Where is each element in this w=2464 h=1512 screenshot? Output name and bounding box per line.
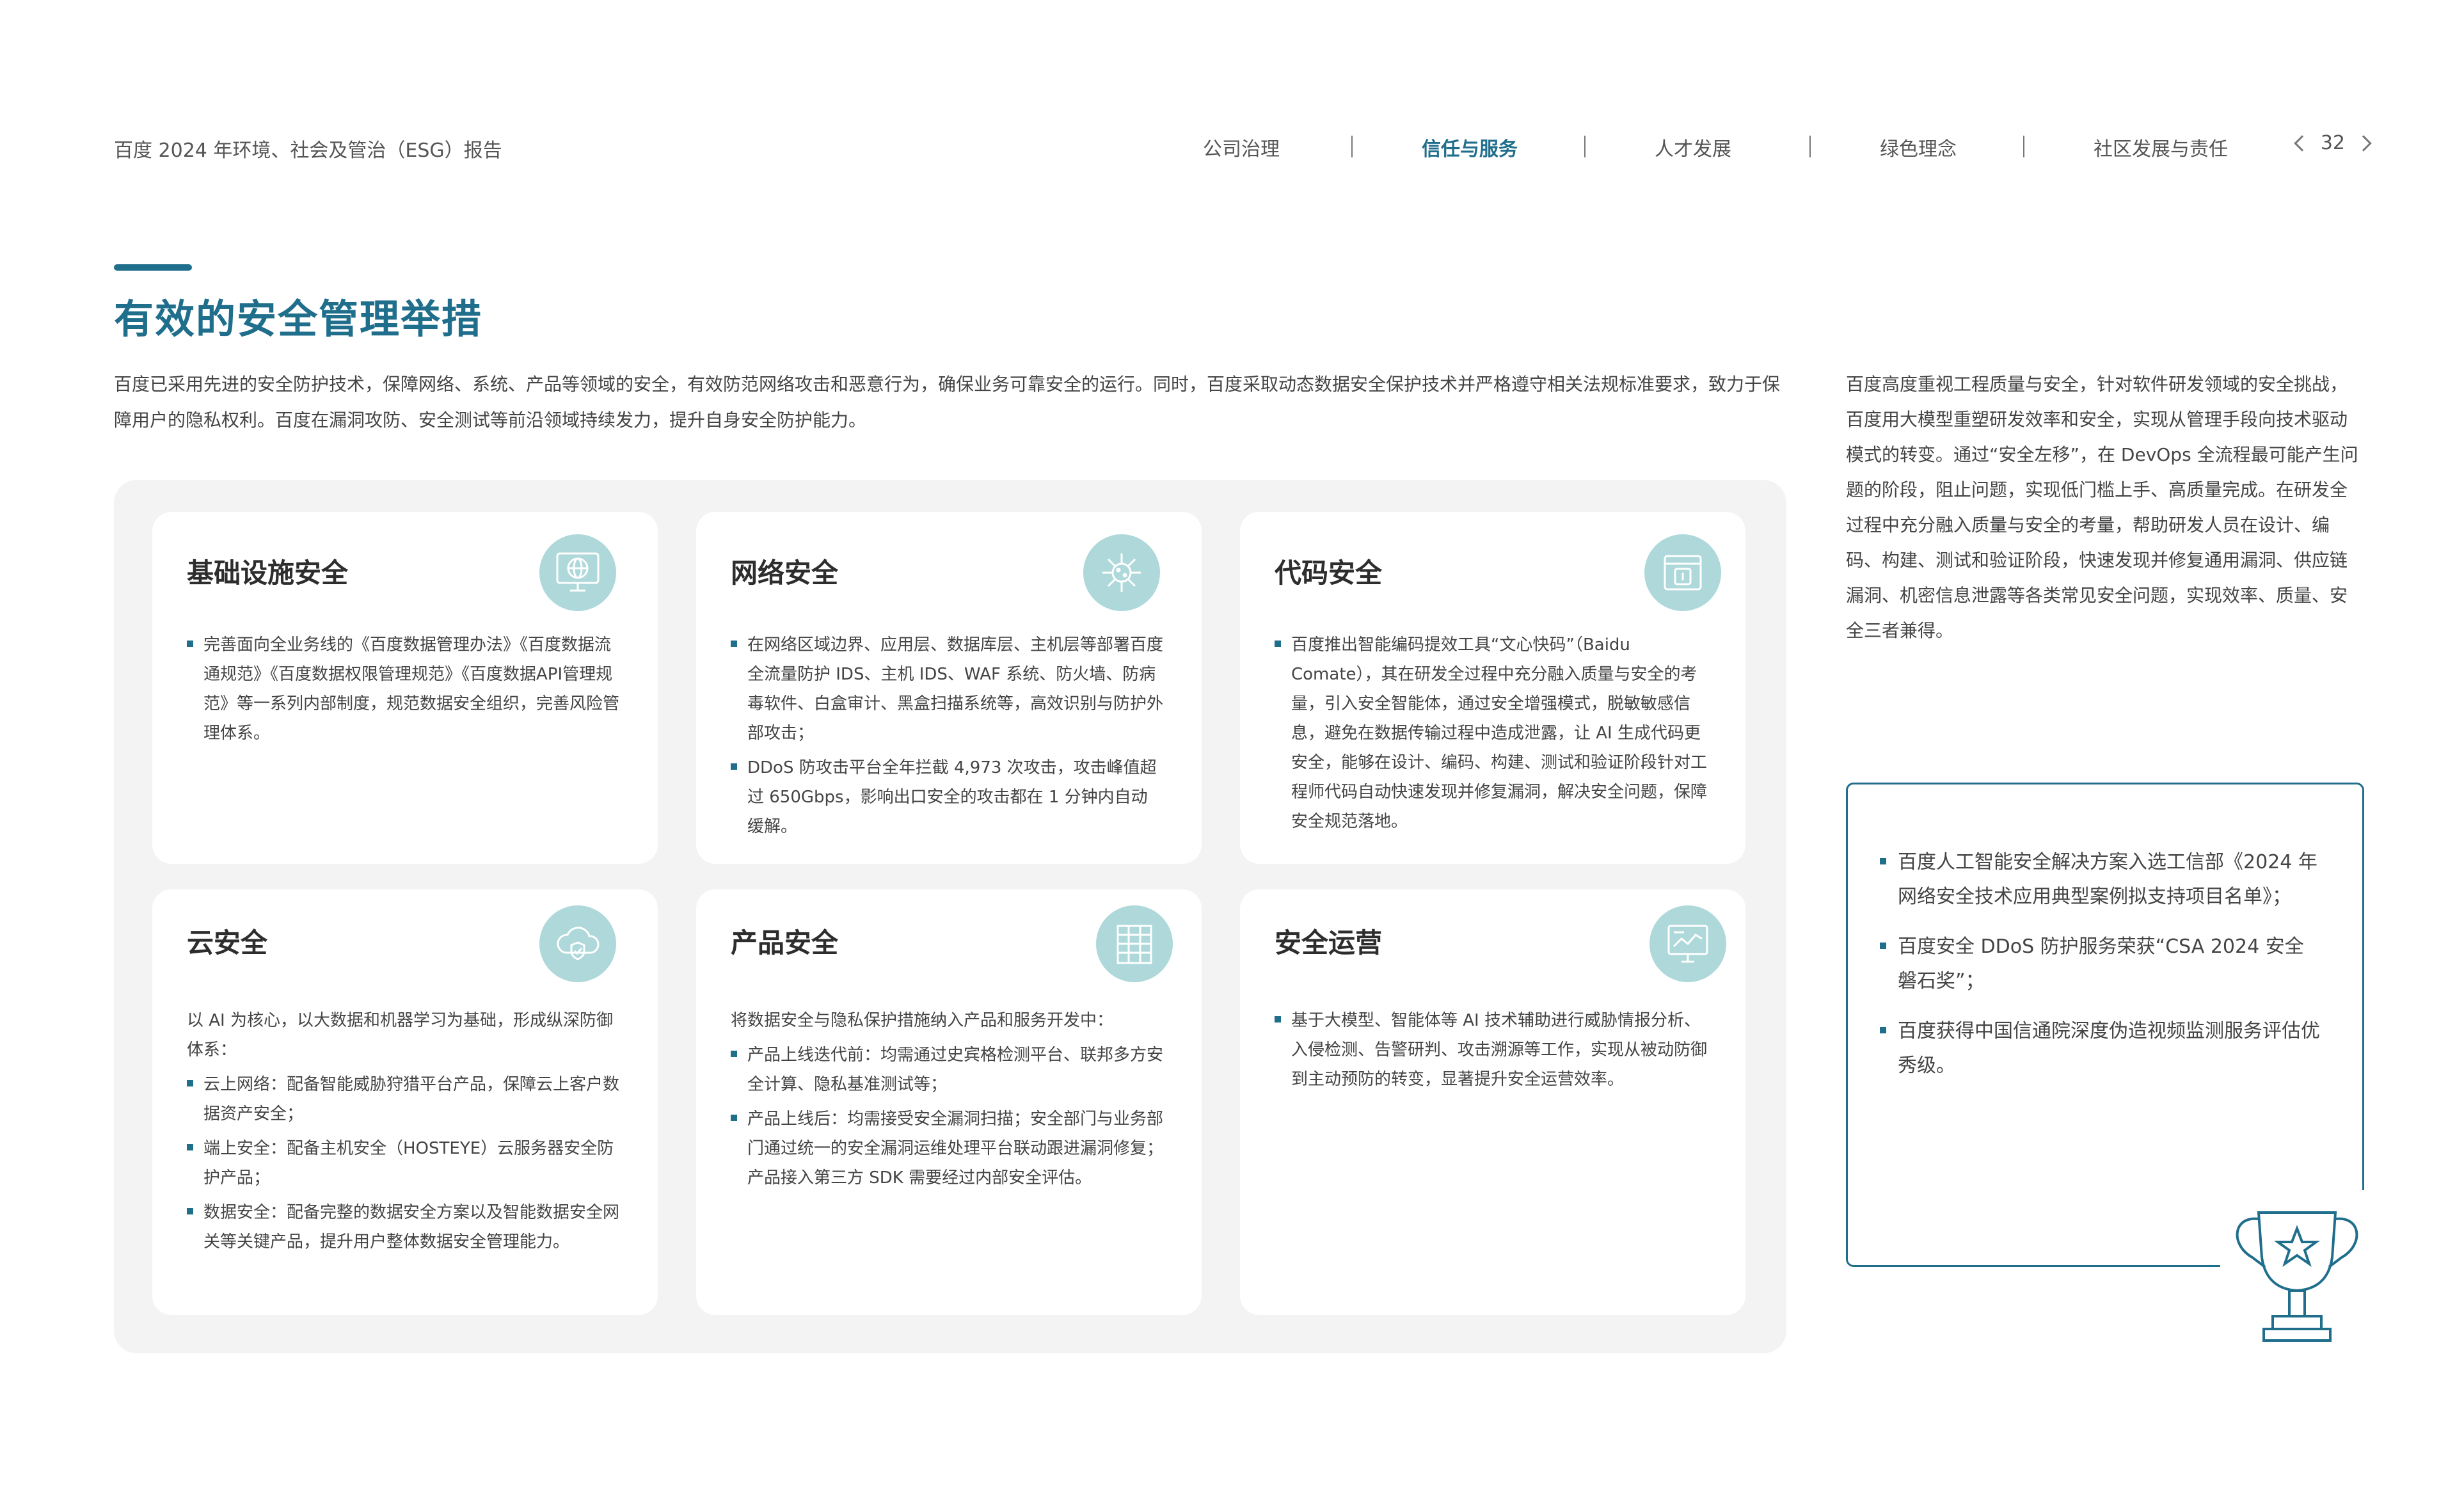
nav-item-community[interactable]: 社区发展与责任 <box>2094 133 2228 161</box>
pager: 32 <box>2294 132 2372 154</box>
nav-divider <box>1584 136 1586 157</box>
report-title: 百度 2024 年环境、社会及管治（ESG）报告 <box>114 139 502 162</box>
card-body: 基于大模型、智能体等 AI 技术辅助进行威胁情报分析、入侵检测、告警研判、攻击溯… <box>1275 1006 1707 1099</box>
card-title: 安全运营 <box>1275 927 1383 959</box>
nav-item-green[interactable]: 绿色理念 <box>1880 133 1957 161</box>
list-item: 端上安全：配备主机安全（HOSTEYE）云服务器安全防护产品； <box>187 1134 619 1193</box>
code-window-icon <box>1644 534 1721 611</box>
card-security-operations: 安全运营 基于大模型、智能体等 AI 技术辅助进行威胁情报分析、入侵检测、告警研… <box>1240 889 1745 1315</box>
card-body: 将数据安全与隐私保护措施纳入产品和服务开发中： 产品上线迭代前：均需通过史宾格检… <box>731 1006 1163 1198</box>
page-number: 32 <box>2320 132 2345 154</box>
nav-divider <box>2023 136 2024 157</box>
nav-divider <box>1809 136 1811 157</box>
side-text: 百度高度重视工程质量与安全，针对软件研发领域的安全挑战，百度用大模型重塑研发效率… <box>1846 374 2358 641</box>
nav-item-talent[interactable]: 人才发展 <box>1655 133 1731 161</box>
card-title: 网络安全 <box>731 557 839 589</box>
section-title: 有效的安全管理举措 <box>114 296 483 342</box>
card-intro: 以 AI 为核心，以大数据和机器学习为基础，形成纵深防御体系： <box>187 1011 613 1060</box>
award-item: 百度人工智能安全解决方案入选工信部《2024 年网络安全技术应用典型案例拟支持项… <box>1880 845 2321 914</box>
card-network-security: 网络安全 在网络区域边界、应用层、数据库层、主机层等部署百度全流量防护 IDS、… <box>696 512 1202 864</box>
card-code-security: 代码安全 百度推出智能编码提效工具“文心快码”（Baidu Comate），其在… <box>1240 512 1745 864</box>
trophy-icon <box>2236 1211 2358 1342</box>
list-item: 产品上线迭代前：均需通过史宾格检测平台、联邦多方安全计算、隐私基准测试等； <box>731 1040 1163 1099</box>
cloud-shield-icon <box>539 905 616 982</box>
award-item: 百度获得中国信通院深度伪造视频监测服务评估优秀级。 <box>1880 1014 2321 1083</box>
card-product-security: 产品安全 将数据安全与隐私保护措施纳入产品和服务开发中： 产品上线迭代前：均需通… <box>696 889 1202 1315</box>
virus-icon <box>1083 534 1160 611</box>
chevron-left-icon[interactable] <box>2294 134 2310 152</box>
card-title: 代码安全 <box>1275 557 1383 589</box>
globe-monitor-icon <box>539 534 616 611</box>
chevron-right-icon[interactable] <box>2355 134 2372 152</box>
card-title: 基础设施安全 <box>187 557 349 589</box>
top-nav: 公司治理 信任与服务 人才发展 绿色理念 社区发展与责任 <box>1203 133 2367 161</box>
card-infrastructure-security: 基础设施安全 完善面向全业务线的《百度数据管理办法》《百度数据流通规范》《百度数… <box>152 512 658 864</box>
list-item: 完善面向全业务线的《百度数据管理办法》《百度数据流通规范》《百度数据权限管理规范… <box>187 630 619 748</box>
card-intro: 将数据安全与隐私保护措施纳入产品和服务开发中： <box>731 1011 1114 1030</box>
card-title: 云安全 <box>187 927 268 959</box>
list-item: DDoS 防攻击平台全年拦截 4,973 次攻击，攻击峰值超过 650Gbps，… <box>731 753 1163 841</box>
list-item: 云上网络：配备智能威胁狩猎平台产品，保障云上客户数据资产安全； <box>187 1070 619 1129</box>
security-measures-panel: 基础设施安全 完善面向全业务线的《百度数据管理办法》《百度数据流通规范》《百度数… <box>114 480 1786 1353</box>
nav-item-governance[interactable]: 公司治理 <box>1203 133 1280 161</box>
award-item: 百度安全 DDoS 防护服务荣获“CSA 2024 安全磐石奖”； <box>1880 930 2321 999</box>
card-body: 百度推出智能编码提效工具“文心快码”（Baidu Comate），其在研发全过程… <box>1275 630 1707 841</box>
nav-item-trust-service[interactable]: 信任与服务 <box>1422 133 1518 161</box>
list-item: 百度推出智能编码提效工具“文心快码”（Baidu Comate），其在研发全过程… <box>1275 630 1707 836</box>
title-accent-bar <box>114 264 192 271</box>
card-cloud-security: 云安全 以 AI 为核心，以大数据和机器学习为基础，形成纵深防御体系： 云上网络… <box>152 889 658 1315</box>
card-body: 在网络区域边界、应用层、数据库层、主机层等部署百度全流量防护 IDS、主机 ID… <box>731 630 1163 847</box>
building-icon <box>1096 905 1173 982</box>
card-body: 完善面向全业务线的《百度数据管理办法》《百度数据流通规范》《百度数据权限管理规范… <box>187 630 619 753</box>
monitor-chart-icon <box>1649 905 1726 982</box>
card-body: 以 AI 为核心，以大数据和机器学习为基础，形成纵深防御体系： 云上网络：配备智… <box>187 1006 619 1262</box>
nav-divider <box>1351 136 1353 157</box>
card-title: 产品安全 <box>731 927 839 959</box>
list-item: 基于大模型、智能体等 AI 技术辅助进行威胁情报分析、入侵检测、告警研判、攻击溯… <box>1275 1006 1707 1094</box>
awards-list: 百度人工智能安全解决方案入选工信部《2024 年网络安全技术应用典型案例拟支持项… <box>1880 845 2321 1099</box>
list-item: 在网络区域边界、应用层、数据库层、主机层等部署百度全流量防护 IDS、主机 ID… <box>731 630 1163 748</box>
list-item: 产品上线后：均需接受安全漏洞扫描；安全部门与业务部门通过统一的安全漏洞运维处理平… <box>731 1104 1163 1193</box>
list-item: 数据安全：配备完整的数据安全方案以及智能数据安全网关等关键产品，提升用户整体数据… <box>187 1198 619 1257</box>
section-intro: 百度已采用先进的安全防护技术，保障网络、系统、产品等领域的安全，有效防范网络攻击… <box>114 374 1781 431</box>
